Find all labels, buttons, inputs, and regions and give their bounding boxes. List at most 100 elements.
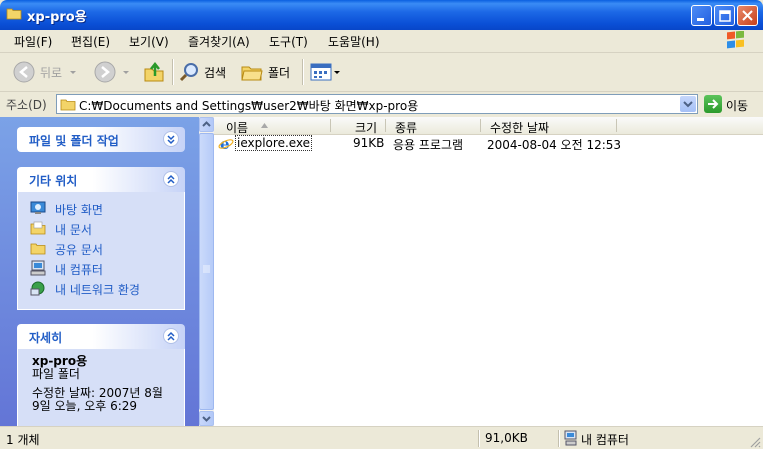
- go-button[interactable]: [704, 95, 722, 113]
- place-shared-documents[interactable]: 공유 문서: [18, 238, 184, 258]
- chevron-down-icon: [70, 71, 77, 74]
- other-places-panel: 기타 위치 바탕 화면 내 문서 공유 문서 내 컴퓨터 내 네트워크 환경: [17, 167, 185, 310]
- maximize-button[interactable]: [714, 5, 735, 26]
- title-bar[interactable]: xp-pro용: [0, 0, 763, 30]
- task-pane: 파일 및 폴더 작업 기타 위치 바탕 화면 내 문서 공유 문서 내 컴퓨터 …: [0, 117, 199, 426]
- file-tasks-panel: 파일 및 폴더 작업: [17, 127, 185, 152]
- back-button[interactable]: 뒤로: [12, 59, 78, 85]
- minimize-button[interactable]: [691, 5, 712, 26]
- address-path: C:₩Documents and Settings₩user2₩바탕 화면₩xp…: [79, 99, 419, 113]
- status-count: 1 개체: [6, 433, 40, 447]
- file-tasks-header[interactable]: 파일 및 폴더 작업: [17, 127, 185, 152]
- place-my-documents[interactable]: 내 문서: [18, 218, 184, 238]
- views-icon: [310, 63, 332, 81]
- resize-grip-icon[interactable]: [749, 436, 761, 448]
- folders-button[interactable]: 폴더: [240, 59, 290, 85]
- details-header[interactable]: 자세히: [17, 324, 185, 349]
- go-label[interactable]: 이동: [726, 97, 748, 114]
- up-folder-button[interactable]: [142, 59, 166, 85]
- folders-icon: [241, 66, 263, 81]
- sort-asc-icon: [261, 123, 268, 128]
- file-size: 91KB: [353, 136, 385, 150]
- menu-help[interactable]: 도움말(H): [328, 33, 380, 50]
- grip-icon: [203, 265, 210, 273]
- details-type: 파일 폴더: [32, 367, 80, 381]
- address-dropdown-button[interactable]: [680, 96, 696, 112]
- other-places-list: 바탕 화면 내 문서 공유 문서 내 컴퓨터 내 네트워크 환경: [17, 192, 185, 310]
- chevron-down-icon: [202, 416, 211, 422]
- collapse-icon[interactable]: [163, 328, 179, 344]
- details-panel: 자세히 xp-pro용 파일 폴더 수정한 날짜: 2007년 8월 9일 오늘…: [17, 324, 185, 426]
- maximize-icon: [719, 10, 731, 22]
- forward-button[interactable]: [93, 59, 131, 85]
- explorer-window: xp-pro용 파일(F) 편집(E) 보기(V) 즐겨찾기(A) 도구(T) …: [0, 0, 763, 449]
- column-header: 이름 크기 종류 수정한 날짜: [214, 117, 763, 135]
- file-modified: 2004-08-04 오전 12:53: [487, 138, 622, 152]
- folder-icon: [6, 8, 22, 20]
- my-documents-icon: [30, 221, 46, 235]
- column-size[interactable]: 크기: [355, 119, 377, 136]
- scroll-thumb[interactable]: [199, 133, 214, 410]
- go-arrow-icon: [708, 99, 719, 109]
- file-type: 응용 프로그램: [393, 138, 464, 152]
- minimize-icon: [697, 18, 704, 21]
- status-location: 내 컴퓨터: [581, 433, 629, 447]
- folders-label: 폴더: [268, 65, 291, 80]
- search-button[interactable]: 검색: [178, 59, 226, 85]
- other-places-header[interactable]: 기타 위치: [17, 167, 185, 192]
- details-modified-2: 9일 오늘, 오후 6:29: [32, 399, 138, 413]
- file-tasks-title: 파일 및 폴더 작업: [29, 134, 119, 148]
- close-button[interactable]: [737, 5, 758, 26]
- address-label: 주소(D): [6, 98, 47, 112]
- expand-icon[interactable]: [163, 131, 179, 147]
- place-my-computer[interactable]: 내 컴퓨터: [18, 258, 184, 278]
- collapse-icon[interactable]: [163, 171, 179, 187]
- shared-folder-icon: [30, 243, 46, 255]
- window-title: xp-pro용: [27, 10, 87, 25]
- windows-logo-icon: [721, 31, 755, 51]
- chevron-down-icon: [123, 71, 129, 74]
- my-computer-icon: [564, 430, 577, 446]
- column-type[interactable]: 종류: [395, 119, 417, 136]
- menu-bar: 파일(F) 편집(E) 보기(V) 즐겨찾기(A) 도구(T) 도움말(H): [0, 30, 763, 53]
- scroll-down-button[interactable]: [199, 411, 214, 426]
- other-places-title: 기타 위치: [29, 174, 78, 188]
- menu-favorites[interactable]: 즐겨찾기(A): [188, 33, 250, 50]
- chevron-down-icon: [683, 101, 693, 108]
- folder-icon: [60, 99, 76, 111]
- place-desktop[interactable]: 바탕 화면: [18, 198, 184, 218]
- menu-tools[interactable]: 도구(T): [269, 33, 308, 50]
- address-bar: 주소(D) C:₩Documents and Settings₩user2₩바탕…: [0, 92, 763, 116]
- scroll-up-button[interactable]: [199, 117, 214, 132]
- internet-explorer-icon: e: [218, 136, 234, 151]
- task-pane-scrollbar[interactable]: [199, 117, 214, 426]
- file-list[interactable]: 이름 크기 종류 수정한 날짜 e iexplore.exe 91KB 응용 프…: [214, 117, 763, 426]
- search-label: 검색: [204, 65, 227, 80]
- forward-arrow-icon: [94, 61, 116, 83]
- column-name[interactable]: 이름: [226, 119, 248, 136]
- status-size: 91,0KB: [485, 431, 528, 445]
- my-computer-icon: [30, 260, 46, 276]
- menu-file[interactable]: 파일(F): [14, 33, 52, 50]
- file-name[interactable]: iexplore.exe: [235, 135, 313, 151]
- place-network[interactable]: 내 네트워크 환경: [18, 278, 184, 298]
- close-icon: [742, 10, 753, 21]
- up-folder-icon: [144, 61, 164, 82]
- chevron-up-icon: [202, 121, 211, 127]
- details-title: 자세히: [29, 331, 63, 345]
- status-bar: 1 개체 91,0KB 내 컴퓨터: [0, 426, 763, 449]
- back-label: 뒤로: [40, 65, 63, 80]
- column-modified[interactable]: 수정한 날짜: [490, 119, 549, 136]
- views-button[interactable]: [309, 59, 341, 85]
- details-body: xp-pro용 파일 폴더 수정한 날짜: 2007년 8월 9일 오늘, 오후…: [17, 349, 185, 426]
- search-icon: [179, 63, 198, 82]
- chevron-down-icon: [334, 71, 340, 74]
- table-row[interactable]: e iexplore.exe 91KB 응용 프로그램 2004-08-04 오…: [214, 135, 763, 152]
- desktop-icon: [30, 201, 46, 214]
- address-input[interactable]: C:₩Documents and Settings₩user2₩바탕 화면₩xp…: [56, 94, 698, 114]
- menu-edit[interactable]: 편집(E): [71, 33, 110, 50]
- back-arrow-icon: [13, 61, 35, 83]
- toolbar: 뒤로 검색 폴더: [0, 53, 763, 92]
- menu-view[interactable]: 보기(V): [129, 33, 169, 50]
- network-places-icon: [30, 281, 45, 296]
